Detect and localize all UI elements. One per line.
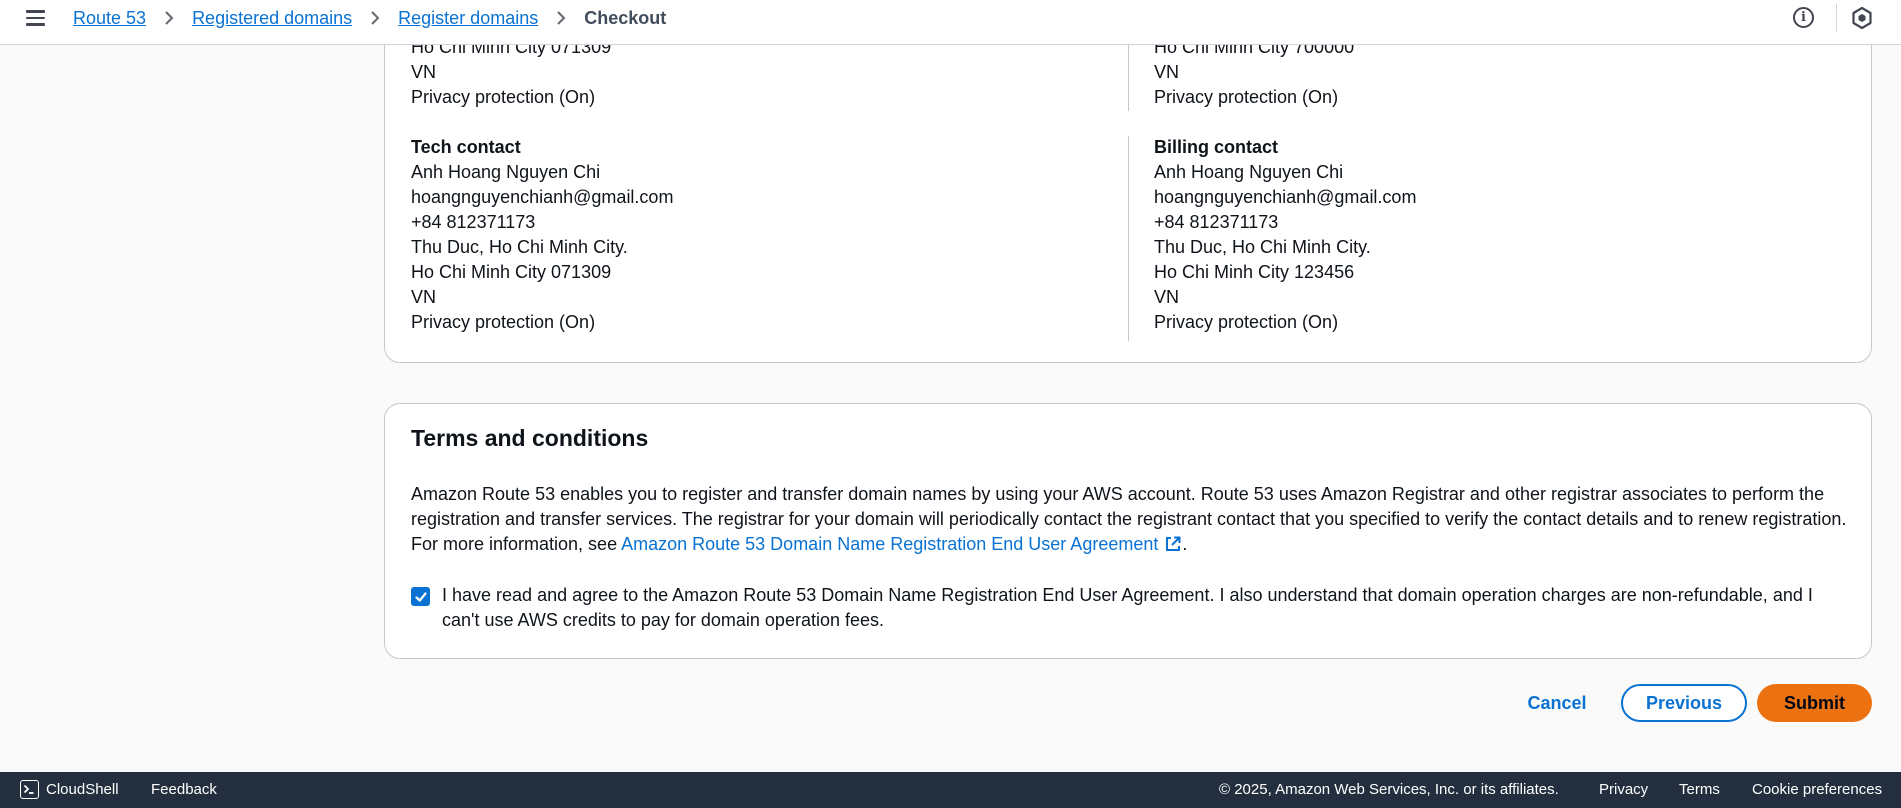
terms-panel: Terms and conditions Amazon Route 53 ena… — [384, 403, 1872, 659]
privacy-link[interactable]: Privacy — [1599, 781, 1648, 798]
contact-email: hoangnguyenchianh@gmail.com — [411, 187, 674, 207]
contact-email: hoangnguyenchianh@gmail.com — [1154, 187, 1417, 207]
contacts-panel: Ho Chi Minh City 071309 VN Privacy prote… — [384, 0, 1872, 363]
admin-contact-partial: Ho Chi Minh City 700000 VN Privacy prote… — [1154, 35, 1354, 110]
contact-privacy: Privacy protection (On) — [1154, 87, 1339, 107]
contact-privacy: Privacy protection (On) — [411, 87, 596, 107]
contact-city: Ho Chi Minh City 071309 — [411, 262, 612, 282]
eula-link[interactable]: Amazon Route 53 Domain Name Registration… — [621, 534, 1182, 554]
breadcrumb: Route 53 Registered domains Register dom… — [73, 6, 666, 30]
agree-checkbox[interactable] — [411, 587, 430, 606]
contact-address: Thu Duc, Ho Chi Minh City. — [1154, 237, 1371, 257]
cloudshell-icon[interactable] — [20, 780, 39, 799]
contact-privacy: Privacy protection (On) — [1154, 312, 1339, 332]
contact-country: VN — [411, 62, 437, 82]
contact-privacy: Privacy protection (On) — [411, 312, 596, 332]
terms-body: Amazon Route 53 enables you to register … — [411, 482, 1851, 557]
contact-country: VN — [411, 287, 437, 307]
eula-link-text: Amazon Route 53 Domain Name Registration… — [621, 534, 1159, 554]
notifications-hexagon-icon[interactable] — [1851, 6, 1873, 30]
tech-contact: Tech contact Anh Hoang Nguyen Chi hoangn… — [411, 135, 673, 335]
breadcrumb-register-domains[interactable]: Register domains — [398, 8, 538, 29]
contact-name: Anh Hoang Nguyen Chi — [411, 162, 601, 182]
chevron-right-icon — [163, 10, 175, 26]
cloudshell-link[interactable]: CloudShell — [46, 781, 119, 798]
checkmark-icon — [414, 591, 427, 602]
breadcrumb-route53[interactable]: Route 53 — [73, 8, 146, 29]
agree-row: I have read and agree to the Amazon Rout… — [411, 583, 1851, 633]
info-icon[interactable]: i — [1793, 7, 1814, 28]
previous-button[interactable]: Previous — [1621, 684, 1747, 722]
chevron-right-icon — [555, 10, 567, 26]
contact-city: Ho Chi Minh City 123456 — [1154, 262, 1355, 282]
top-navigation-bar: Route 53 Registered domains Register dom… — [0, 0, 1901, 45]
terms-link[interactable]: Terms — [1679, 781, 1720, 798]
feedback-link[interactable]: Feedback — [151, 781, 217, 798]
column-divider — [1128, 136, 1129, 341]
terms-period: . — [1182, 534, 1188, 554]
terms-title: Terms and conditions — [411, 425, 649, 451]
cookie-preferences-link[interactable]: Cookie preferences — [1752, 781, 1882, 798]
billing-contact: Billing contact Anh Hoang Nguyen Chi hoa… — [1154, 135, 1416, 335]
header-divider — [1836, 4, 1837, 32]
contact-name: Anh Hoang Nguyen Chi — [1154, 162, 1344, 182]
hamburger-menu-icon[interactable] — [26, 6, 52, 30]
registrant-contact-partial: Ho Chi Minh City 071309 VN Privacy prote… — [411, 35, 611, 110]
contact-country: VN — [1154, 287, 1180, 307]
contact-country: VN — [1154, 62, 1180, 82]
contact-address: Thu Duc, Ho Chi Minh City. — [411, 237, 628, 257]
breadcrumb-registered-domains[interactable]: Registered domains — [192, 8, 352, 29]
agree-label: I have read and agree to the Amazon Rout… — [442, 585, 1813, 630]
contact-phone: +84 812371173 — [411, 212, 536, 232]
chevron-right-icon — [369, 10, 381, 26]
submit-button[interactable]: Submit — [1757, 684, 1872, 722]
cancel-button[interactable]: Cancel — [1516, 684, 1598, 722]
contact-phone: +84 812371173 — [1154, 212, 1279, 232]
copyright-text: © 2025, Amazon Web Services, Inc. or its… — [1219, 781, 1559, 798]
external-link-icon — [1166, 536, 1181, 551]
footer: CloudShell Feedback © 2025, Amazon Web S… — [0, 772, 1901, 808]
tech-contact-heading: Tech contact — [411, 137, 521, 157]
breadcrumb-checkout: Checkout — [584, 7, 667, 28]
billing-contact-heading: Billing contact — [1154, 137, 1279, 157]
